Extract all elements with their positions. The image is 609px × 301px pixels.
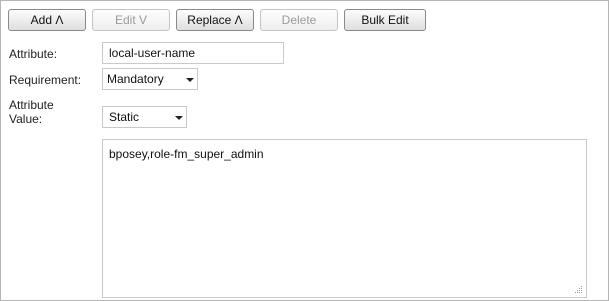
value-type-select[interactable]: Static: [102, 106, 187, 128]
resize-grip-icon[interactable]: [574, 285, 583, 294]
bulk-edit-button[interactable]: Bulk Edit: [344, 9, 426, 31]
attribute-value-label-line2: Value:: [9, 112, 43, 126]
requirement-select[interactable]: Mandatory: [102, 68, 198, 90]
chevron-down-icon: [186, 78, 194, 82]
value-type-selected-value: Static: [109, 110, 140, 124]
attribute-value-label: Attribute Value:: [9, 98, 54, 126]
requirement-label: Requirement:: [9, 73, 82, 87]
attribute-input[interactable]: local-user-name: [102, 42, 284, 64]
replace-button[interactable]: Replace Λ: [176, 9, 254, 31]
delete-button[interactable]: Delete: [260, 9, 338, 31]
toolbar: Add Λ Edit V Replace Λ Delete Bulk Edit: [8, 9, 426, 33]
attribute-editor-panel: Add Λ Edit V Replace Λ Delete Bulk Edit …: [0, 0, 609, 301]
add-button[interactable]: Add Λ: [8, 9, 86, 31]
attribute-label: Attribute:: [9, 47, 58, 61]
attribute-value-textarea[interactable]: bposey,role-fm_super_admin: [102, 139, 587, 298]
attribute-value-text: bposey,role-fm_super_admin: [109, 147, 264, 161]
attribute-value-label-line1: Attribute: [9, 98, 54, 112]
requirement-selected-value: Mandatory: [107, 72, 164, 86]
chevron-down-icon: [175, 116, 183, 120]
edit-button[interactable]: Edit V: [92, 9, 170, 31]
